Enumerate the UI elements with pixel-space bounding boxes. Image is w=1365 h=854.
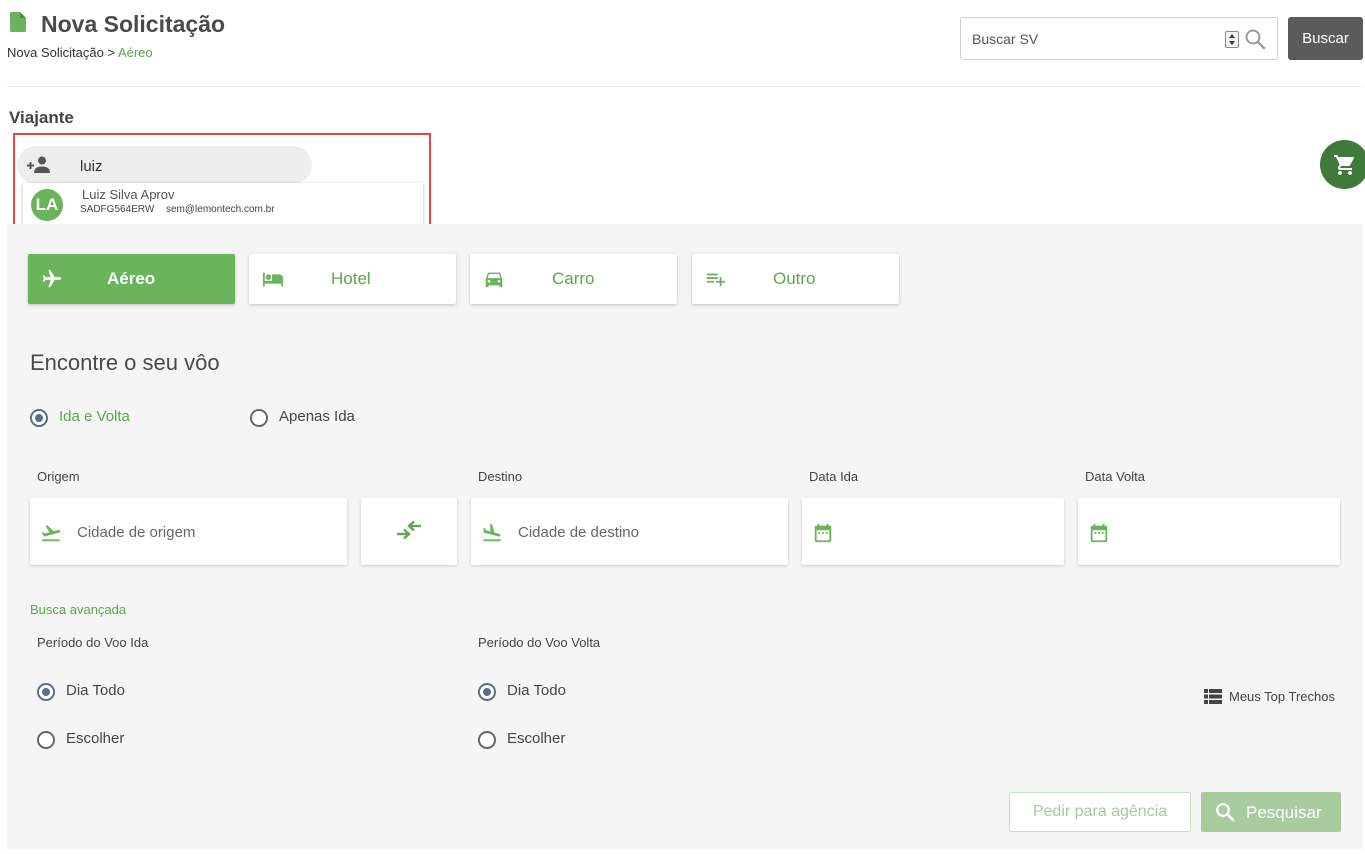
depart-date-field[interactable] (802, 498, 1064, 565)
breadcrumb-separator: > (103, 45, 118, 60)
traveler-suggestion-item[interactable]: LA Luiz Silva Aprov SADFG564ERW sem@lemo… (23, 183, 423, 228)
destination-label: Destino (478, 469, 523, 484)
car-icon (485, 272, 503, 288)
tab-aereo[interactable]: Aéreo (28, 254, 235, 304)
period-outbound-label: Período do Voo Ida (37, 635, 149, 650)
search-icon (1216, 803, 1235, 822)
breadcrumb: Nova Solicitação > Aéreo (7, 45, 153, 60)
playlist-add-icon (706, 273, 726, 287)
period-return-label: Período do Voo Volta (478, 635, 601, 650)
flight-takeoff-icon (41, 525, 61, 542)
swap-button[interactable] (361, 498, 457, 565)
radio-apenas-ida-label[interactable]: Apenas Ida (279, 408, 355, 425)
ask-agency-button[interactable]: Pedir para agência (1009, 792, 1191, 832)
airplane-icon (42, 269, 62, 288)
document-icon (10, 12, 26, 32)
hotel-bed-icon (262, 272, 284, 287)
traveler-input[interactable] (80, 155, 300, 177)
radio-ida-e-volta-label[interactable]: Ida e Volta (59, 408, 130, 425)
buscar-button[interactable]: Buscar (1288, 17, 1363, 60)
radio-return-escolher[interactable] (478, 731, 496, 749)
flight-section-title: Encontre o seu vôo (30, 350, 220, 375)
swap-arrows-icon (397, 520, 421, 540)
radio-outbound-escolher-label[interactable]: Escolher (66, 730, 124, 747)
origin-label: Origem (37, 469, 80, 484)
traveler-section-label: Viajante (9, 108, 74, 127)
page-title: Nova Solicitação (41, 11, 226, 37)
breadcrumb-current: Aéreo (117, 45, 153, 60)
radio-apenas-ida[interactable] (250, 409, 268, 427)
search-icon[interactable] (1244, 28, 1266, 50)
tab-carro-label: Carro (552, 269, 595, 288)
search-sv-input[interactable] (972, 28, 1222, 50)
return-date-label: Data Volta (1085, 469, 1145, 484)
avatar: LA (31, 189, 63, 221)
breadcrumb-root[interactable]: Nova Solicitação (7, 45, 104, 60)
origin-field (30, 498, 347, 565)
person-add-icon (27, 156, 50, 173)
number-spinner[interactable] (1225, 31, 1239, 48)
origin-input[interactable] (77, 521, 327, 543)
tab-hotel[interactable]: Hotel (249, 254, 456, 304)
search-sv-box (960, 17, 1278, 60)
suggestion-code: SADFG564ERW (80, 204, 155, 215)
tab-outro-label: Outro (773, 269, 816, 288)
top-trechos-label: Meus Top Trechos (1229, 689, 1335, 704)
cart-button[interactable] (1320, 140, 1365, 189)
search-flight-button[interactable]: Pesquisar (1201, 792, 1341, 832)
destination-field (471, 498, 788, 565)
return-date-field[interactable] (1078, 498, 1340, 565)
tab-aereo-label: Aéreo (107, 269, 156, 288)
radio-return-dia-todo-label[interactable]: Dia Todo (507, 682, 566, 699)
depart-date-label: Data Ida (809, 469, 859, 484)
radio-outbound-dia-todo-label[interactable]: Dia Todo (66, 682, 125, 699)
radio-return-dia-todo[interactable] (478, 683, 496, 701)
search-flight-label: Pesquisar (1246, 803, 1322, 822)
tab-outro[interactable]: Outro (692, 254, 899, 304)
calendar-icon (814, 523, 832, 543)
flight-land-icon (483, 523, 501, 542)
radio-outbound-dia-todo[interactable] (37, 683, 55, 701)
suggestion-name: Luiz Silva Aprov (82, 187, 175, 202)
tab-carro[interactable]: Carro (470, 254, 677, 304)
calendar-icon (1090, 523, 1108, 543)
traveler-search-field (17, 146, 312, 184)
cart-icon (1334, 155, 1354, 175)
radio-outbound-escolher[interactable] (37, 731, 55, 749)
header-divider (7, 86, 1363, 87)
destination-input[interactable] (518, 521, 768, 543)
advanced-search-link[interactable]: Busca avançada (30, 602, 126, 617)
radio-return-escolher-label[interactable]: Escolher (507, 730, 565, 747)
list-icon (1204, 689, 1222, 704)
suggestion-email: sem@lemontech.com.br (166, 204, 275, 215)
tab-hotel-label: Hotel (331, 269, 371, 288)
radio-ida-e-volta[interactable] (30, 409, 48, 427)
